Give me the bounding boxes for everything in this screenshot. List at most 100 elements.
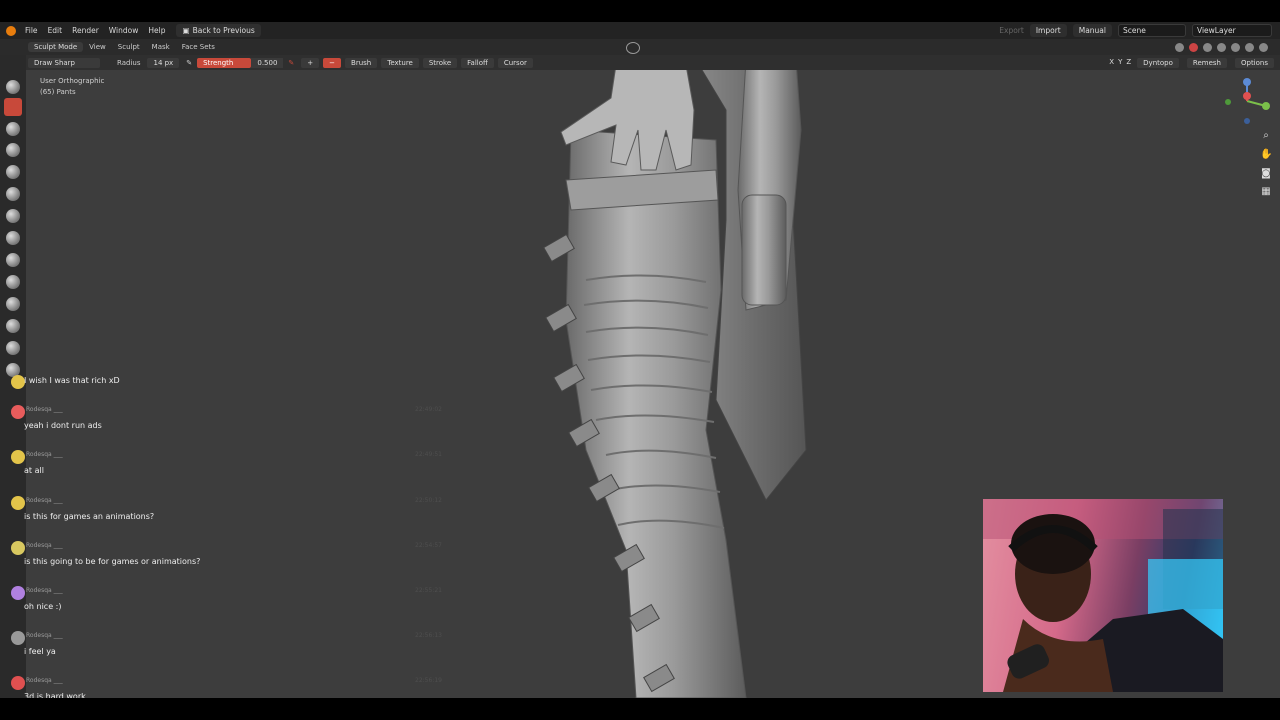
chat-avatar xyxy=(11,375,25,389)
rendered-shading-icon[interactable] xyxy=(1259,42,1268,52)
strength-pressure-icon[interactable]: ✎ xyxy=(283,59,299,67)
options-dropdown[interactable]: Options xyxy=(1234,57,1274,68)
clay-thumb-brush-icon[interactable] xyxy=(6,165,20,179)
chat-avatar xyxy=(11,405,25,419)
back-to-previous-button[interactable]: ▣ Back to Previous xyxy=(176,24,261,37)
chat-text: I wish I was that rich xD xyxy=(24,376,120,385)
scrape-brush-icon[interactable] xyxy=(6,341,20,355)
stroke-dropdown[interactable]: Stroke xyxy=(422,57,458,68)
back-to-previous-label: Back to Previous xyxy=(192,26,255,35)
flatten-brush-icon[interactable] xyxy=(6,297,20,311)
chat-text: is this for games an animations? xyxy=(24,512,155,521)
stream-chat-overlay: I wish I was that rich xD Rodesqa ___ 22… xyxy=(0,372,460,701)
menu-help[interactable]: Help xyxy=(143,26,170,35)
fill-brush-icon[interactable] xyxy=(6,319,20,333)
streamer-video xyxy=(983,499,1223,692)
brush-dropdown[interactable]: Brush xyxy=(345,57,378,68)
chat-text: i feel ya xyxy=(24,647,56,656)
pan-hand-icon[interactable]: ✋ xyxy=(1260,149,1272,161)
clay-brush-icon[interactable] xyxy=(6,122,20,136)
draw-sharp-brush-icon[interactable] xyxy=(4,98,22,116)
layer-brush-icon[interactable] xyxy=(6,187,20,201)
chat-timestamp: 22:50:12 xyxy=(415,497,442,504)
xray-icon[interactable] xyxy=(1217,42,1226,52)
grid-ortho-icon[interactable]: ▦ xyxy=(1260,186,1272,198)
menu-file[interactable]: File xyxy=(20,26,43,35)
draw-brush-icon[interactable] xyxy=(6,80,20,94)
mode-selector[interactable]: Sculpt Mode xyxy=(28,42,84,52)
chat-avatar xyxy=(11,631,25,645)
chat-username: Rodesqa ___ xyxy=(26,406,63,413)
scene-selector[interactable]: Scene xyxy=(1118,24,1186,37)
cursor-dropdown[interactable]: Cursor xyxy=(497,57,533,68)
texture-dropdown[interactable]: Texture xyxy=(381,57,419,68)
overlay-icon[interactable] xyxy=(1203,42,1212,52)
symmetry-y-toggle[interactable]: Y xyxy=(1118,58,1122,68)
chat-timestamp: 22:56:13 xyxy=(415,632,442,639)
export-tab[interactable]: Export xyxy=(999,26,1024,35)
menu-render[interactable]: Render xyxy=(67,26,104,35)
chat-avatar xyxy=(11,541,25,555)
smooth-brush-icon[interactable] xyxy=(6,275,20,289)
transform-pivot-icon[interactable] xyxy=(626,42,640,54)
menu-window[interactable]: Window xyxy=(104,26,144,35)
menu-mask[interactable]: Mask xyxy=(146,43,176,51)
chat-timestamp: 22:56:19 xyxy=(415,677,442,684)
radius-field[interactable]: 14 px xyxy=(147,57,180,68)
chat-avatar xyxy=(11,586,25,600)
menu-sculpt[interactable]: Sculpt xyxy=(112,43,146,51)
chat-timestamp: 22:55:21 xyxy=(415,587,442,594)
back-icon: ▣ xyxy=(182,26,190,35)
navigation-gizmo[interactable] xyxy=(1222,76,1272,126)
chat-text: yeah i dont run ads xyxy=(24,421,102,430)
symmetry-z-toggle[interactable]: Z xyxy=(1126,58,1131,68)
visibility-icon[interactable] xyxy=(1175,42,1184,52)
inflate-brush-icon[interactable] xyxy=(6,209,20,223)
blob-brush-icon[interactable] xyxy=(6,231,20,245)
strength-label[interactable]: Strength xyxy=(197,57,252,68)
chat-username: Rodesqa ___ xyxy=(26,451,63,458)
strength-field[interactable]: 0.500 xyxy=(251,57,284,68)
chat-avatar xyxy=(11,450,25,464)
solid-shading-icon[interactable] xyxy=(1231,42,1240,52)
menu-view[interactable]: View xyxy=(83,43,112,51)
clay-strips-brush-icon[interactable] xyxy=(6,143,20,157)
pen-pressure-icon[interactable]: ✎ xyxy=(181,59,197,67)
manual-tab[interactable]: Manual xyxy=(1072,24,1112,37)
dyntopo-dropdown[interactable]: Dyntopo xyxy=(1137,57,1179,68)
radius-label: Radius xyxy=(117,58,141,67)
chat-text: at all xyxy=(24,466,44,475)
viewport-header: Sculpt Mode View Sculpt Mask Face Sets xyxy=(0,39,1280,55)
menu-edit[interactable]: Edit xyxy=(43,26,68,35)
workspace-controls: Export Import Manual Scene ViewLayer xyxy=(999,24,1280,37)
top-letterbox xyxy=(0,0,1280,22)
chat-username: Rodesqa ___ xyxy=(26,587,63,594)
chat-avatar xyxy=(11,496,25,510)
symmetry-x-toggle[interactable]: X xyxy=(1109,58,1114,68)
top-menubar: File Edit Render Window Help ▣ Back to P… xyxy=(0,22,1280,39)
camera-view-icon[interactable]: ◙ xyxy=(1260,168,1272,180)
chat-text: is this going to be for games or animati… xyxy=(24,557,201,566)
crease-brush-icon[interactable] xyxy=(6,253,20,267)
chat-username: Rodesqa ___ xyxy=(26,632,63,639)
shading-controls xyxy=(1175,42,1280,52)
direction-subtract-button[interactable]: − xyxy=(323,57,342,68)
material-shading-icon[interactable] xyxy=(1245,42,1254,52)
symmetry-controls: X Y Z Dyntopo Remesh Options xyxy=(1109,57,1280,68)
tool-settings-bar: Draw Sharp Radius 14 px ✎ Strength 0.500… xyxy=(26,55,1280,70)
chat-username: Rodesqa ___ xyxy=(26,497,63,504)
remesh-dropdown[interactable]: Remesh xyxy=(1186,57,1227,68)
chat-avatar xyxy=(11,676,25,690)
webcam-overlay xyxy=(983,499,1223,692)
view-layer-selector[interactable]: ViewLayer xyxy=(1192,24,1272,37)
direction-add-button[interactable]: + xyxy=(301,57,320,68)
menu-face-sets[interactable]: Face Sets xyxy=(176,43,221,51)
chat-timestamp: 22:54:57 xyxy=(415,542,442,549)
falloff-dropdown[interactable]: Falloff xyxy=(461,57,494,68)
import-tab[interactable]: Import xyxy=(1029,24,1067,37)
chat-username: Rodesqa ___ xyxy=(26,542,63,549)
zoom-icon[interactable]: ⌕ xyxy=(1260,130,1272,142)
blender-logo-icon[interactable] xyxy=(6,25,16,36)
gizmo-toggle-icon[interactable] xyxy=(1189,42,1198,52)
brush-selector[interactable]: Draw Sharp xyxy=(28,57,100,68)
